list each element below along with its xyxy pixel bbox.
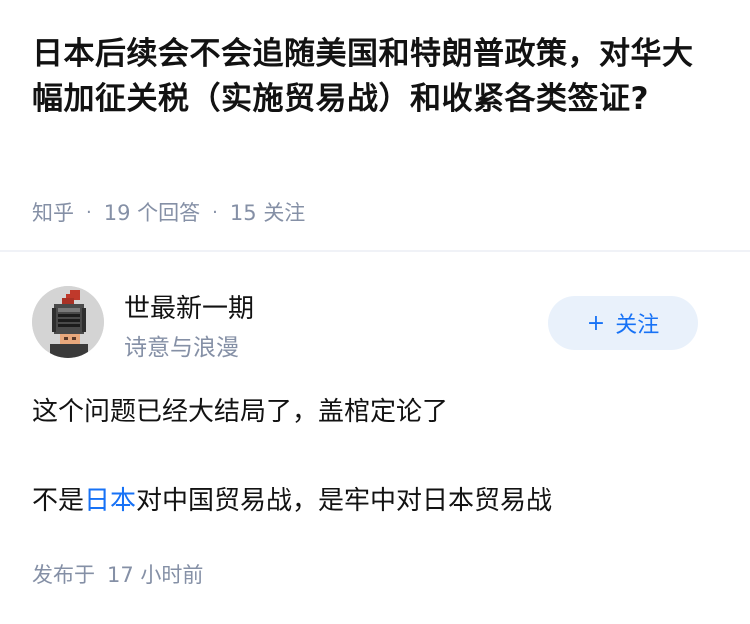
publish-info: 发布于 17 小时前 [32, 559, 203, 589]
answer-content: 这个问题已经大结局了，盖棺定论了 不是日本对中国贸易战，是牢中对日本贸易战 [32, 392, 718, 521]
avatar[interactable] [32, 286, 104, 358]
answers-count[interactable]: 19 个回答 [104, 197, 200, 227]
publish-time: 17 小时前 [107, 563, 204, 587]
plus-icon: + [586, 310, 606, 336]
follow-button[interactable]: + 关注 [548, 296, 698, 350]
follow-button-label: 关注 [615, 313, 660, 338]
publish-label: 发布于 [32, 563, 95, 587]
separator-dot: · [86, 201, 92, 223]
section-divider [0, 250, 750, 252]
author-row: 世最新一期 诗意与浪漫 + 关注 [32, 286, 718, 362]
answer-paragraph: 不是日本对中国贸易战，是牢中对日本贸易战 [32, 481, 718, 521]
question-meta: 知乎 · 19 个回答 · 15 关注 [32, 197, 305, 227]
knight-helmet-icon [32, 286, 104, 358]
separator-dot: · [212, 201, 218, 223]
answer-text: 对中国贸易战，是牢中对日本贸易战 [136, 486, 553, 516]
answer-paragraph: 这个问题已经大结局了，盖棺定论了 [32, 397, 449, 427]
answer-text: 不是 [32, 486, 85, 516]
author-name[interactable]: 世最新一期 [124, 288, 254, 325]
followers-count[interactable]: 15 关注 [230, 197, 305, 227]
source-label[interactable]: 知乎 [32, 197, 74, 227]
topic-link[interactable]: 日本 [84, 486, 136, 516]
author-bio: 诗意与浪漫 [124, 335, 239, 361]
question-title[interactable]: 日本后续会不会追随美国和特朗普政策，对华大幅加征关税（实施贸易战）和收紧各类签证… [32, 32, 718, 122]
